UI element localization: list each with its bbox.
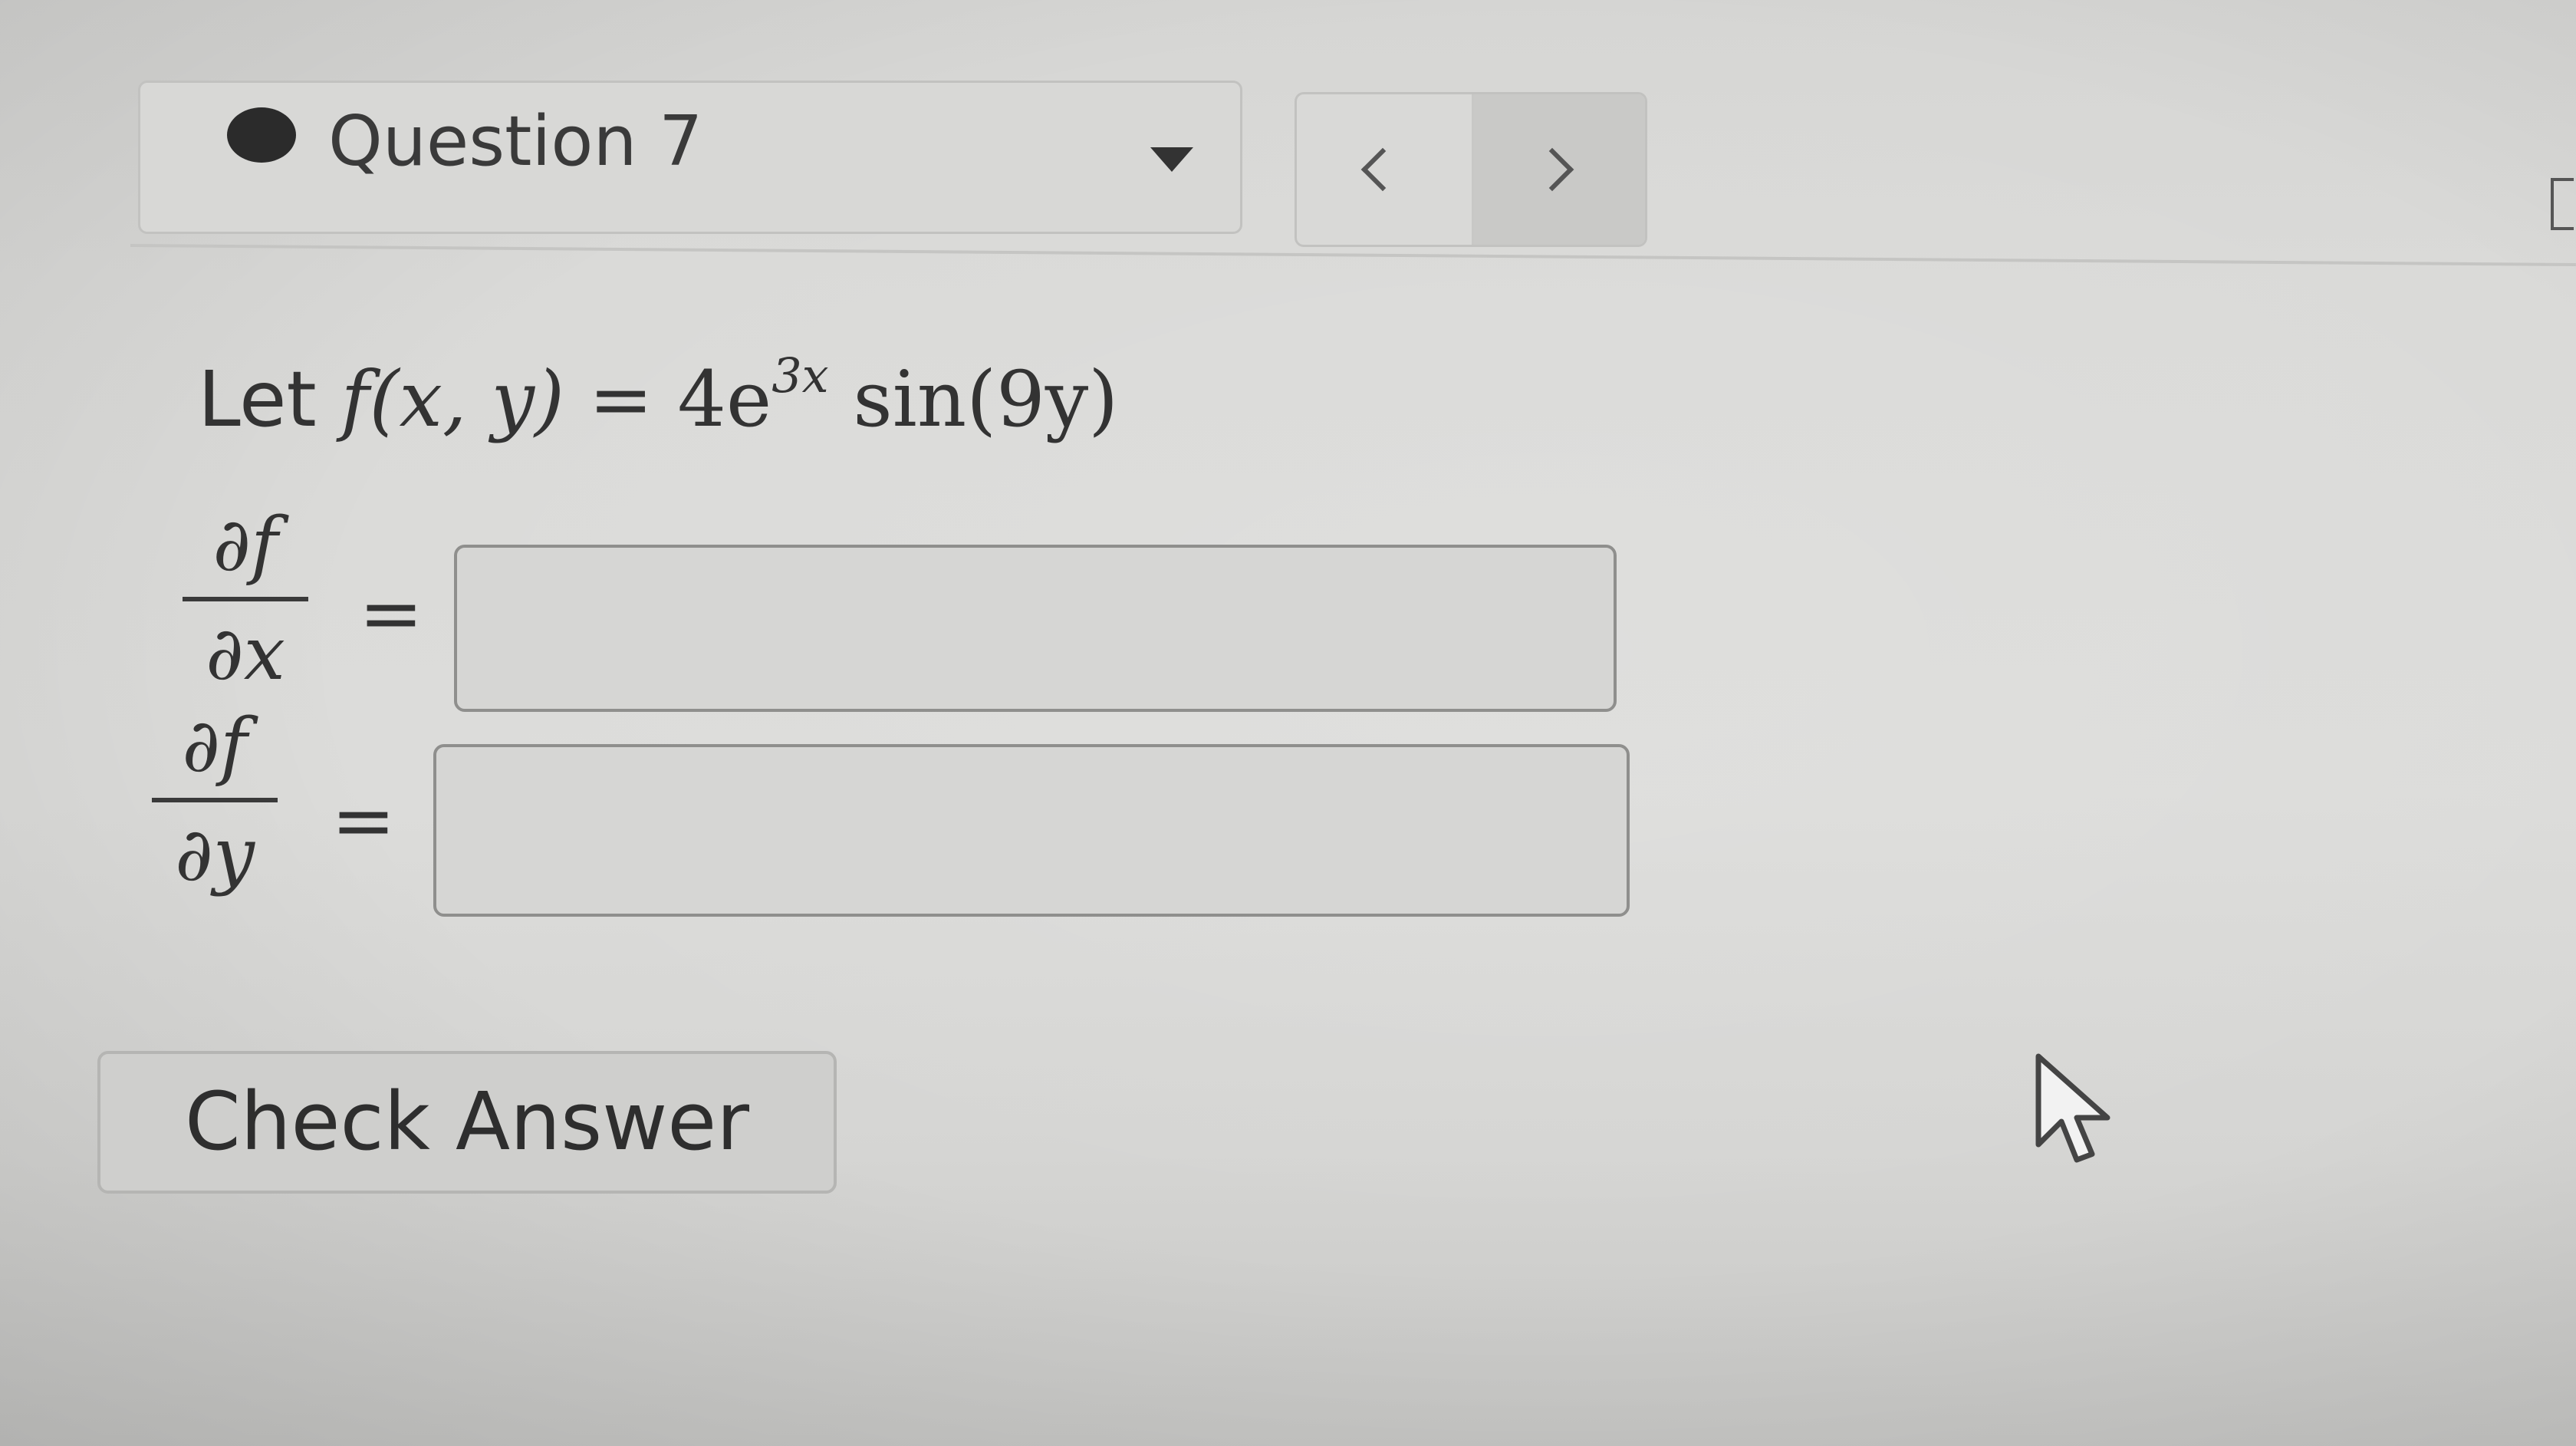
partial-x-numerator: ∂f xyxy=(212,502,278,588)
partial-x-answer-field[interactable] xyxy=(454,545,1617,712)
question-navigation xyxy=(1295,92,1647,247)
check-answer-button[interactable]: Check Answer xyxy=(97,1051,837,1194)
question-statement: Let f(x, y) = 4e3x sin(9y) xyxy=(198,322,1118,453)
question-status-icon xyxy=(227,107,296,163)
edge-bracket-icon xyxy=(2551,178,2574,230)
function-name: f(x, y) xyxy=(341,354,564,444)
header-divider xyxy=(130,244,2576,267)
equals-sign: = xyxy=(588,354,653,444)
function-coefficient: 4e xyxy=(677,354,772,444)
next-question-button[interactable] xyxy=(1474,94,1645,245)
partial-x-equals: = xyxy=(359,568,423,658)
mouse-pointer-icon xyxy=(2035,1053,2110,1163)
question-title: Question 7 xyxy=(328,101,703,182)
fraction-bar xyxy=(152,798,278,802)
partial-y-equals: = xyxy=(331,776,396,865)
fraction-bar xyxy=(183,597,308,601)
function-trig-part: sin(9y) xyxy=(828,354,1119,444)
function-exponent: 3x xyxy=(771,348,829,403)
partial-y-label: ∂f ∂y xyxy=(138,700,291,901)
question-prefix: Let xyxy=(198,354,317,444)
partial-y-answer-field[interactable] xyxy=(433,744,1630,917)
partial-y-denominator: ∂y xyxy=(175,812,255,898)
partial-x-label: ∂f ∂x xyxy=(169,499,322,700)
partial-y-numerator: ∂f xyxy=(182,703,248,789)
partial-x-denominator: ∂x xyxy=(206,611,285,697)
chevron-left-icon xyxy=(1360,147,1405,192)
triangle-down-icon[interactable] xyxy=(1150,147,1193,172)
chevron-right-icon xyxy=(1530,147,1574,192)
previous-question-button[interactable] xyxy=(1297,94,1474,245)
